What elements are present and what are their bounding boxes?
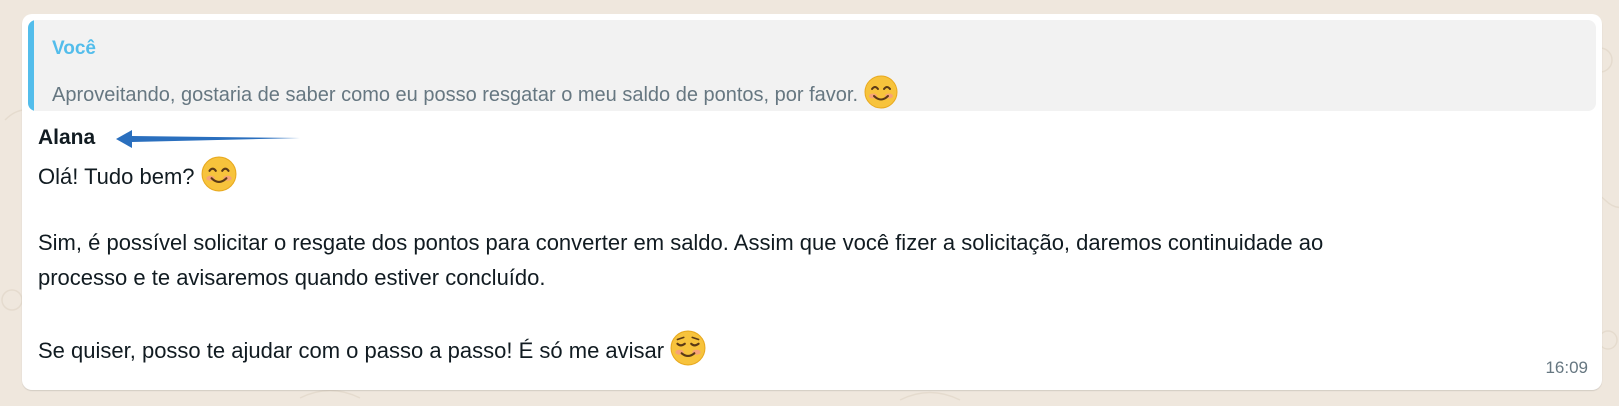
message-line-greeting: Olá! Tudo bem? bbox=[38, 156, 237, 198]
smiling-face-icon bbox=[864, 75, 898, 111]
message-timestamp: 16:09 bbox=[1545, 358, 1588, 377]
message-bubble[interactable]: Você Aproveitando, gostaria de saber com… bbox=[22, 14, 1602, 390]
sender-name[interactable]: Alana bbox=[38, 126, 95, 150]
quote-author: Você bbox=[52, 38, 97, 59]
message-line-closing: Se quiser, posso te ajudar com o passo a… bbox=[38, 330, 706, 372]
message-closing-text: Se quiser, posso te ajudar com o passo a… bbox=[38, 338, 665, 363]
relieved-face-icon bbox=[670, 330, 706, 372]
arrow-annotation-icon bbox=[116, 130, 300, 148]
message-line-body-1: Sim, é possível solicitar o resgate dos … bbox=[38, 230, 1324, 255]
smiling-face-icon bbox=[201, 156, 237, 198]
quote-text-line: Aproveitando, gostaria de saber como eu … bbox=[52, 75, 898, 111]
quote-accent-bar bbox=[28, 20, 34, 111]
quote-text: Aproveitando, gostaria de saber como eu … bbox=[52, 83, 859, 106]
quoted-message[interactable]: Você Aproveitando, gostaria de saber com… bbox=[28, 20, 1596, 111]
message-greeting-text: Olá! Tudo bem? bbox=[38, 164, 195, 189]
message-line-body-2: processo e te avisaremos quando estiver … bbox=[38, 265, 546, 290]
